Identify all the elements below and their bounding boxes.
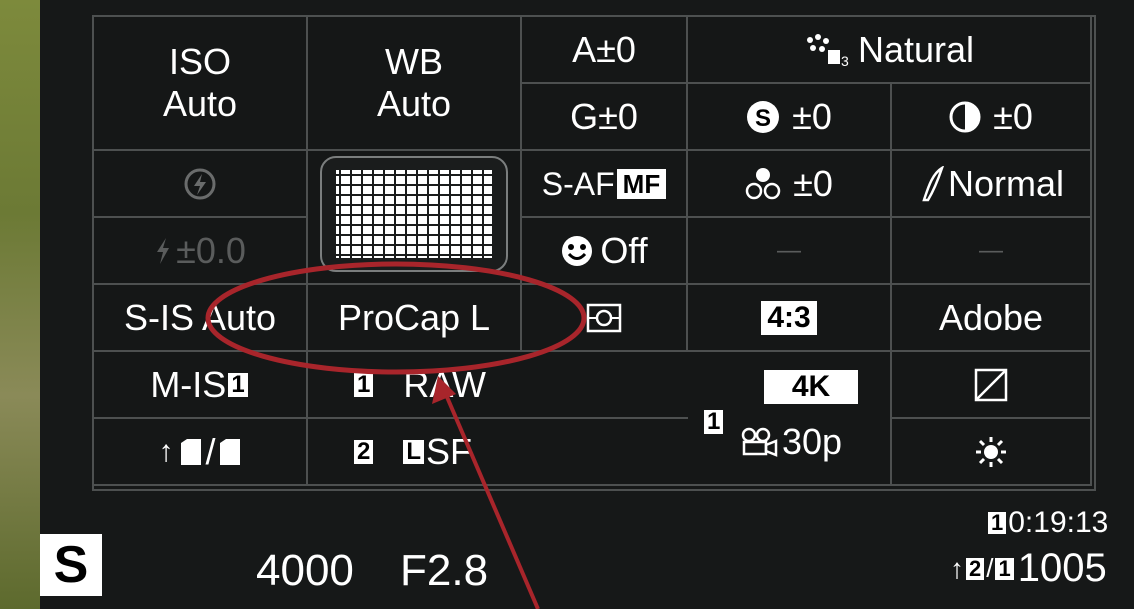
- flash-comp-value: ±0.0: [176, 229, 246, 271]
- unused-setting-2: —: [892, 218, 1092, 285]
- movie-is-label: M-IS: [150, 363, 227, 405]
- flash-mode-setting[interactable]: [94, 151, 308, 218]
- metering-setting[interactable]: [522, 285, 688, 352]
- sun-icon: [976, 436, 1006, 467]
- saturation-setting[interactable]: S ±0: [688, 84, 892, 151]
- gradation-icon: [745, 167, 781, 199]
- af-target-grid[interactable]: [320, 156, 508, 272]
- card-save-badge-2: 1: [995, 557, 1014, 580]
- color-space-value: Adobe: [938, 296, 1044, 338]
- unused-value-1: —: [777, 236, 801, 264]
- video-card-badge: 1: [704, 410, 724, 434]
- shading-icon: [974, 368, 1008, 401]
- saturation-icon: S: [747, 100, 780, 133]
- background-edge: [0, 0, 40, 609]
- picture-mode-icon: 3: [806, 33, 849, 68]
- shading-setting[interactable]: [892, 352, 1092, 419]
- sharpness-value: Normal: [947, 162, 1064, 204]
- sharpness-setting[interactable]: Normal: [892, 151, 1092, 218]
- card1-quality-setting[interactable]: 1 RAW: [308, 352, 688, 419]
- video-quality-setting[interactable]: 1 4K 30p: [688, 352, 892, 486]
- picture-mode-sub: 3: [841, 53, 849, 68]
- iso-setting[interactable]: ISO Auto: [94, 17, 308, 151]
- metering-icon: [586, 303, 622, 332]
- card-save-separator: /: [205, 430, 216, 472]
- video-fps-group: 30p: [740, 424, 842, 460]
- gradation-setting[interactable]: ±0: [688, 151, 892, 218]
- card-icon: [181, 438, 202, 465]
- card-save-arrow: ↑: [158, 434, 174, 468]
- iso-value: Auto: [162, 83, 238, 124]
- unused-setting-1: —: [688, 218, 892, 285]
- color-space-setting[interactable]: Adobe: [892, 285, 1092, 352]
- card2-quality-value: SF: [426, 430, 473, 472]
- image-stabilizer-setting[interactable]: S-IS Auto: [94, 285, 308, 352]
- wb-green-value: G±0: [570, 95, 638, 137]
- card2-size-badge: L: [403, 439, 425, 464]
- iso-label: ISO: [168, 41, 231, 82]
- af-mode-prefix: S-AF: [541, 165, 615, 202]
- drive-mode-setting[interactable]: ProCap L: [308, 285, 522, 352]
- face-icon: [562, 235, 593, 266]
- face-priority-setting[interactable]: Off: [522, 218, 688, 285]
- wb-label: WB: [385, 41, 443, 82]
- image-stabilizer-value: S-IS Auto: [123, 296, 277, 338]
- unused-value-2: —: [979, 236, 1003, 264]
- gradation-value: ±0: [793, 162, 833, 204]
- white-balance-setting[interactable]: WB Auto: [308, 17, 522, 151]
- contrast-icon: [949, 101, 981, 132]
- aperture: F2.8: [400, 546, 489, 595]
- record-time: 0:19:13: [1008, 506, 1109, 539]
- wb-amber-value: A±0: [572, 28, 636, 70]
- face-priority-value: Off: [600, 229, 648, 271]
- contrast-value: ±0: [993, 95, 1033, 137]
- card-save-sep-bottom: /: [986, 553, 994, 583]
- shots-remaining-group: ↑ 2 / 1 1005: [950, 546, 1107, 591]
- movie-icon: [741, 427, 778, 457]
- card-save-arrow-bottom: ↑: [950, 552, 964, 584]
- wb-value: Auto: [376, 83, 452, 124]
- aspect-ratio-setting[interactable]: 4:3: [688, 285, 892, 352]
- wb-green-comp[interactable]: G±0: [522, 84, 688, 151]
- af-points-icon: [336, 170, 492, 258]
- sharpness-icon: [922, 165, 944, 201]
- af-mode-badge: MF: [616, 168, 667, 199]
- drive-mode-value: ProCap L: [337, 296, 491, 338]
- video-fps: 30p: [782, 421, 843, 462]
- flash-icon: [184, 168, 216, 199]
- aspect-ratio-value: 4:3: [761, 300, 817, 335]
- saturation-value: ±0: [792, 95, 832, 137]
- card-save-setting[interactable]: ↑ /: [94, 419, 308, 486]
- shooting-mode-badge[interactable]: S: [40, 534, 102, 596]
- flash-comp-setting[interactable]: ±0.0: [94, 218, 308, 285]
- card-save-badge-1: 2: [966, 557, 985, 580]
- record-card-badge: 1: [988, 512, 1007, 534]
- record-time-group: 1 0:19:13: [986, 506, 1108, 540]
- shots-remaining: 1005: [1017, 546, 1107, 590]
- card2-badge: 2: [354, 439, 374, 464]
- movie-is-setting[interactable]: M-IS 1: [94, 352, 308, 419]
- video-resolution: 4K: [764, 370, 858, 404]
- picture-mode-label: Natural: [857, 28, 975, 70]
- card-icon: [219, 438, 240, 465]
- card1-badge: 1: [354, 372, 374, 397]
- movie-is-badge: 1: [228, 372, 248, 397]
- picture-mode-setting[interactable]: 3 Natural: [688, 17, 1092, 84]
- wb-custom-setting[interactable]: [892, 419, 1092, 486]
- shutter-speed: 4000: [256, 546, 354, 595]
- card1-quality-value: RAW: [403, 363, 487, 405]
- flash-comp-icon: [157, 237, 170, 264]
- wb-amber-comp[interactable]: A±0: [522, 17, 688, 84]
- af-mode-setting[interactable]: S-AF MF: [522, 151, 688, 218]
- card2-quality-setting[interactable]: 2 L SF: [308, 419, 688, 486]
- contrast-setting[interactable]: ±0: [892, 84, 1092, 151]
- svg-text:S: S: [755, 105, 771, 132]
